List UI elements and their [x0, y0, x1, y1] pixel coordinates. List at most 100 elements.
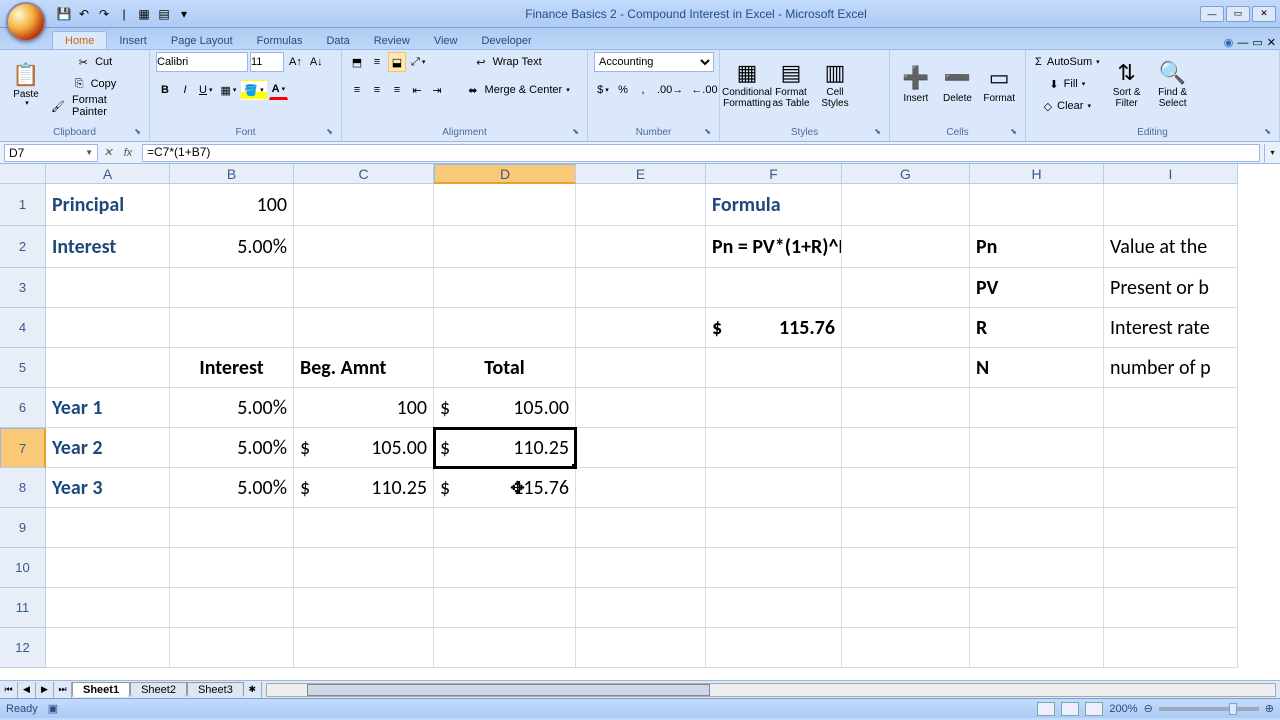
save-icon[interactable]: 💾 — [56, 6, 72, 22]
cell-C3[interactable] — [294, 268, 434, 308]
cell-H11[interactable] — [970, 588, 1104, 628]
align-top-button[interactable]: ⬒ — [348, 52, 366, 72]
cell-I1[interactable] — [1104, 184, 1238, 226]
find-select-button[interactable]: 🔍Find & Select — [1151, 52, 1195, 118]
horizontal-scrollbar[interactable] — [266, 683, 1276, 697]
cell-H8[interactable] — [970, 468, 1104, 508]
tab-view[interactable]: View — [422, 32, 470, 49]
align-bottom-button[interactable]: ⬓ — [388, 52, 406, 72]
cell-A3[interactable] — [46, 268, 170, 308]
cell-F7[interactable] — [706, 428, 842, 468]
align-right-button[interactable]: ≡ — [388, 80, 406, 100]
number-format-select[interactable]: Accounting — [594, 52, 714, 72]
cell-G1[interactable] — [842, 184, 970, 226]
cell-D6[interactable]: $105.00 — [434, 388, 576, 428]
sheet-tab-1[interactable]: Sheet1 — [72, 682, 130, 697]
cell-D5[interactable]: Total — [434, 348, 576, 388]
tab-home[interactable]: Home — [52, 31, 107, 49]
insert-cells-button[interactable]: ➕Insert — [896, 52, 936, 118]
cell-C2[interactable] — [294, 226, 434, 268]
cell-F3[interactable] — [706, 268, 842, 308]
sheet-nav-first-icon[interactable]: ⏮ — [0, 682, 18, 698]
cell-E6[interactable] — [576, 388, 706, 428]
minimize-button[interactable]: — — [1200, 6, 1224, 22]
font-color-button[interactable]: A▾ — [269, 80, 288, 100]
cell-D1[interactable] — [434, 184, 576, 226]
qat-dropdown-icon[interactable]: ▾ — [176, 6, 192, 22]
underline-button[interactable]: U▾ — [196, 80, 215, 100]
cell-C1[interactable] — [294, 184, 434, 226]
cell-G11[interactable] — [842, 588, 970, 628]
cell-B12[interactable] — [170, 628, 294, 668]
cell-G7[interactable] — [842, 428, 970, 468]
row-header-3[interactable]: 3 — [0, 268, 46, 308]
redo-icon[interactable]: ↷ — [96, 6, 112, 22]
decrease-indent-button[interactable]: ⇤ — [408, 80, 426, 100]
column-header-C[interactable]: C — [294, 164, 434, 184]
cell-I11[interactable] — [1104, 588, 1238, 628]
cell-C7[interactable]: $105.00 — [294, 428, 434, 468]
cell-G6[interactable] — [842, 388, 970, 428]
row-header-11[interactable]: 11 — [0, 588, 46, 628]
shrink-font-button[interactable]: A↓ — [307, 52, 326, 72]
column-header-D[interactable]: D — [434, 164, 576, 184]
cell-A5[interactable] — [46, 348, 170, 388]
sheet-tab-2[interactable]: Sheet2 — [130, 682, 187, 697]
cell-F12[interactable] — [706, 628, 842, 668]
cell-C12[interactable] — [294, 628, 434, 668]
cell-I9[interactable] — [1104, 508, 1238, 548]
cell-E4[interactable] — [576, 308, 706, 348]
cell-I10[interactable] — [1104, 548, 1238, 588]
column-header-G[interactable]: G — [842, 164, 970, 184]
border-button[interactable]: ▦▾ — [217, 80, 239, 100]
cell-G9[interactable] — [842, 508, 970, 548]
cell-B4[interactable] — [170, 308, 294, 348]
page-break-view-button[interactable] — [1085, 702, 1103, 716]
cell-styles-button[interactable]: ▥Cell Styles — [814, 52, 856, 118]
cell-E7[interactable] — [576, 428, 706, 468]
name-box[interactable]: D7▼ — [4, 144, 98, 162]
tab-data[interactable]: Data — [314, 32, 361, 49]
clear-button[interactable]: ◇ Clear▾ — [1032, 96, 1103, 116]
increase-decimal-button[interactable]: .00→ — [654, 80, 686, 100]
cell-I12[interactable] — [1104, 628, 1238, 668]
column-header-H[interactable]: H — [970, 164, 1104, 184]
cell-C11[interactable] — [294, 588, 434, 628]
cell-E5[interactable] — [576, 348, 706, 388]
cell-A10[interactable] — [46, 548, 170, 588]
cell-F11[interactable] — [706, 588, 842, 628]
decrease-decimal-button[interactable]: ←.00 — [688, 80, 720, 100]
cell-E3[interactable] — [576, 268, 706, 308]
row-header-5[interactable]: 5 — [0, 348, 46, 388]
cell-H2[interactable]: Pn — [970, 226, 1104, 268]
select-all-corner[interactable] — [0, 164, 46, 184]
cell-H7[interactable] — [970, 428, 1104, 468]
cell-B7[interactable]: 5.00% — [170, 428, 294, 468]
cell-C10[interactable] — [294, 548, 434, 588]
column-header-I[interactable]: I — [1104, 164, 1238, 184]
align-middle-button[interactable]: ≡ — [368, 52, 386, 72]
format-cells-button[interactable]: ▭Format — [979, 52, 1019, 118]
maximize-button[interactable]: ▭ — [1226, 6, 1250, 22]
tab-review[interactable]: Review — [362, 32, 422, 49]
page-layout-view-button[interactable] — [1061, 702, 1079, 716]
cell-H9[interactable] — [970, 508, 1104, 548]
namebox-dropdown-icon[interactable]: ▼ — [85, 148, 93, 157]
undo-icon[interactable]: ↶ — [76, 6, 92, 22]
cell-G10[interactable] — [842, 548, 970, 588]
cell-A12[interactable] — [46, 628, 170, 668]
column-header-F[interactable]: F — [706, 164, 842, 184]
autosum-button[interactable]: Σ AutoSum▾ — [1032, 52, 1103, 72]
zoom-out-button[interactable]: ⊖ — [1144, 702, 1153, 715]
cell-F2[interactable]: Pn = PV*(1+R)^N — [706, 226, 842, 268]
normal-view-button[interactable] — [1037, 702, 1055, 716]
cell-H12[interactable] — [970, 628, 1104, 668]
font-size-select[interactable] — [250, 52, 284, 72]
fill-button[interactable]: ⬇ Fill▾ — [1032, 74, 1103, 94]
cell-A4[interactable] — [46, 308, 170, 348]
cell-B9[interactable] — [170, 508, 294, 548]
cell-G12[interactable] — [842, 628, 970, 668]
cell-H5[interactable]: N — [970, 348, 1104, 388]
cell-I7[interactable] — [1104, 428, 1238, 468]
tab-formulas[interactable]: Formulas — [245, 32, 315, 49]
